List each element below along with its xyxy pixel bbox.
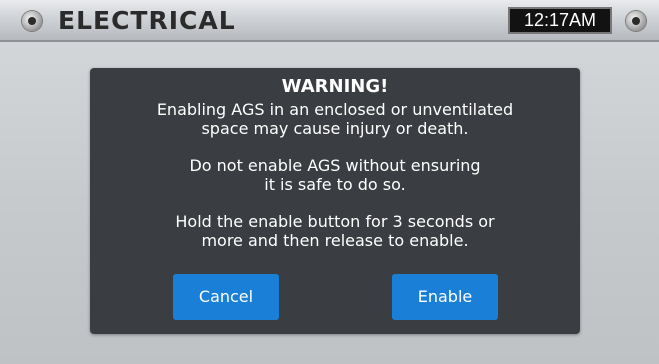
- screw-icon: [22, 11, 42, 31]
- warning-paragraph-1: Enabling AGS in an enclosed or unventila…: [90, 100, 580, 138]
- enable-button[interactable]: Enable: [392, 274, 498, 320]
- screen: ELECTRICAL 12:17AM WARNING! Enabling AGS…: [0, 0, 659, 364]
- header-bar: ELECTRICAL 12:17AM: [0, 0, 659, 42]
- warning-line: more and then release to enable.: [201, 231, 469, 250]
- warning-paragraph-2: Do not enable AGS without ensuring it is…: [90, 156, 580, 194]
- clock-display: 12:17AM: [508, 7, 612, 34]
- warning-line: Hold the enable button for 3 seconds or: [175, 212, 495, 231]
- screw-icon: [626, 11, 646, 31]
- page-title: ELECTRICAL: [58, 6, 236, 35]
- warning-line: Enabling AGS in an enclosed or unventila…: [156, 100, 514, 119]
- warning-dialog: WARNING! Enabling AGS in an enclosed or …: [90, 68, 580, 334]
- warning-paragraph-3: Hold the enable button for 3 seconds or …: [90, 212, 580, 250]
- warning-line: space may cause injury or death.: [201, 119, 469, 138]
- warning-title: WARNING!: [281, 76, 389, 97]
- warning-line: Do not enable AGS without ensuring: [189, 156, 481, 175]
- warning-line: it is safe to do so.: [264, 175, 406, 194]
- cancel-button[interactable]: Cancel: [173, 274, 279, 320]
